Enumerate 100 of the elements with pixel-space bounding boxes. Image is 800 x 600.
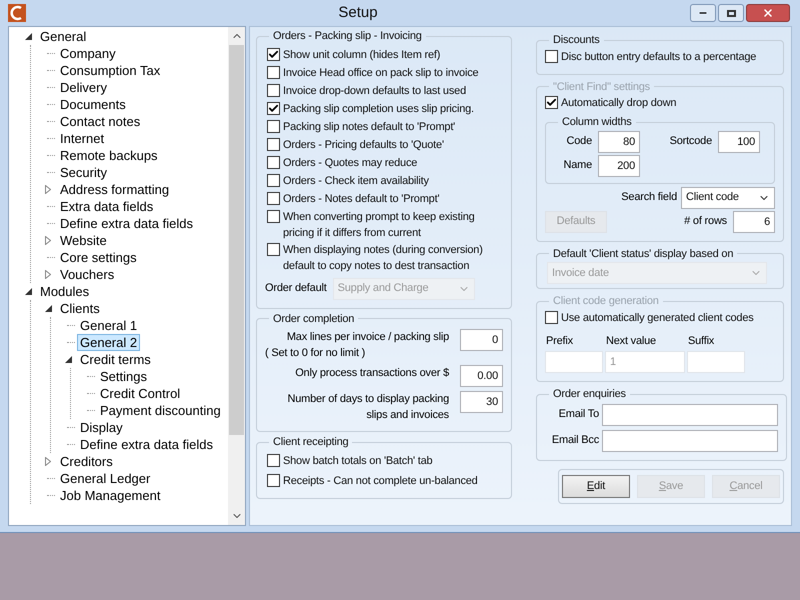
collapsed-triangle-icon[interactable] xyxy=(45,185,51,194)
expanded-triangle-icon[interactable] xyxy=(65,356,72,363)
field-label: Number of days to display packing slips and invoices xyxy=(286,392,450,423)
scrollbar[interactable] xyxy=(228,27,245,525)
app-logo-icon xyxy=(8,4,26,22)
tree-item[interactable]: Job Management xyxy=(57,487,164,504)
input-field[interactable]: 0 xyxy=(460,329,503,351)
tree-item[interactable]: Credit Control xyxy=(97,385,184,402)
checkbox-label: Invoice Head office on pack slip to invoice xyxy=(283,66,478,80)
input-field[interactable] xyxy=(602,430,778,452)
checkbox[interactable] xyxy=(267,242,280,256)
group-title: Order enquiries xyxy=(552,387,627,402)
scrollbar-thumb[interactable] xyxy=(229,45,244,435)
tree-item[interactable]: General 2 xyxy=(77,334,140,351)
checkbox[interactable] xyxy=(267,192,280,204)
checkbox-label: Use automatically generated client codes xyxy=(561,310,754,326)
input-field[interactable]: 80 xyxy=(598,130,640,152)
action-button[interactable]: Edit xyxy=(562,474,630,498)
tree-item[interactable]: Settings xyxy=(97,368,150,385)
checkbox-label: Automatically drop down xyxy=(561,96,676,111)
dropdown[interactable]: Client code xyxy=(681,186,775,208)
tree-item[interactable]: Payment discounting xyxy=(97,402,224,419)
checkbox[interactable] xyxy=(267,138,280,150)
window-title: Setup xyxy=(337,2,379,23)
checkbox-label: Orders - Pricing defaults to 'Quote' xyxy=(283,138,444,152)
expanded-triangle-icon[interactable] xyxy=(45,305,52,312)
input-field[interactable]: 0.00 xyxy=(460,365,503,387)
collapsed-triangle-icon[interactable] xyxy=(45,457,51,466)
tree-item[interactable]: Address formatting xyxy=(57,181,172,198)
checkbox[interactable] xyxy=(267,156,280,168)
field-label: Sortcode xyxy=(668,134,712,150)
checkbox-label: Show batch totals on 'Batch' tab xyxy=(283,454,432,468)
tree-item[interactable]: Modules xyxy=(37,283,92,300)
tree-item[interactable]: Documents xyxy=(57,96,129,113)
field-note: ( Set to 0 for no limit ) xyxy=(265,346,366,361)
field-label: Max lines per invoice / packing slip xyxy=(286,330,450,345)
tree-item[interactable]: General Ledger xyxy=(57,470,154,487)
tree-item[interactable]: Website xyxy=(57,232,110,249)
maximize-button[interactable] xyxy=(718,4,744,22)
field-label: Suffix xyxy=(687,334,716,348)
tree-item[interactable]: Define extra data fields xyxy=(57,215,196,232)
checkbox-label: Orders - Quotes may reduce xyxy=(283,156,418,170)
tree-item[interactable]: Remote backups xyxy=(57,147,161,164)
field-label: Order default xyxy=(265,281,327,296)
checkbox-label: Orders - Check item availability xyxy=(283,174,429,188)
group-title: Orders - Packing slip - Invoicing xyxy=(272,29,423,44)
input-field[interactable] xyxy=(602,404,778,426)
tree-item[interactable]: Creditors xyxy=(57,453,116,470)
tree-item[interactable]: Vouchers xyxy=(57,266,118,283)
tree-item[interactable]: Consumption Tax xyxy=(57,62,164,79)
tree-item[interactable]: Extra data fields xyxy=(57,198,156,215)
checkbox-label: Packing slip notes default to 'Prompt' xyxy=(283,120,456,134)
field-label: Search field xyxy=(621,190,677,206)
checkbox[interactable] xyxy=(267,120,280,132)
checkbox[interactable] xyxy=(267,474,280,486)
checkbox[interactable] xyxy=(545,310,558,324)
group-title: Client code generation xyxy=(552,294,660,309)
tree-item[interactable]: General xyxy=(37,28,90,45)
tree-item[interactable]: Credit terms xyxy=(77,351,154,368)
input-field[interactable]: 200 xyxy=(598,154,640,176)
checkbox[interactable] xyxy=(267,174,280,186)
tree-item[interactable]: Core settings xyxy=(57,249,140,266)
tree-item[interactable]: Define extra data fields xyxy=(77,436,216,453)
checkbox[interactable] xyxy=(267,210,280,222)
group-title: Order completion xyxy=(272,312,356,326)
checkbox-label: Disc button entry defaults to a percentage xyxy=(561,50,756,64)
checkbox-label: Show unit column (hides Item ref) xyxy=(283,48,440,62)
checkbox[interactable] xyxy=(545,96,558,109)
checkbox[interactable] xyxy=(267,48,280,60)
checkbox[interactable] xyxy=(267,84,280,96)
field-label: Prefix xyxy=(545,334,574,348)
checkbox-label: Packing slip completion uses slip pricing. xyxy=(283,102,474,116)
tree-item[interactable]: Delivery xyxy=(57,79,110,96)
input-field[interactable]: 6 xyxy=(733,210,775,232)
expanded-triangle-icon[interactable] xyxy=(25,288,32,295)
expanded-triangle-icon[interactable] xyxy=(25,33,32,40)
collapsed-triangle-icon[interactable] xyxy=(45,270,51,279)
checkbox-label: Invoice drop-down defaults to last used xyxy=(283,84,466,98)
checkbox-label: When converting prompt to keep existing pricing if it differs from current xyxy=(283,210,476,240)
checkbox[interactable] xyxy=(545,50,558,62)
tree-item[interactable]: Internet xyxy=(57,130,108,147)
checkbox[interactable] xyxy=(267,66,280,78)
tree-item[interactable]: General 1 xyxy=(77,317,140,334)
tree-item[interactable]: Contact notes xyxy=(57,113,144,130)
tree-item[interactable]: Clients xyxy=(57,300,103,317)
checkbox[interactable] xyxy=(267,102,280,114)
group-title: Default 'Client status' display based on xyxy=(552,246,734,262)
field-label: Only process transactions over $ xyxy=(294,366,450,381)
field-label: Code xyxy=(566,134,592,150)
checkbox[interactable] xyxy=(267,454,280,466)
group-title: Discounts xyxy=(552,33,600,48)
group-title: "Client Find" settings xyxy=(552,80,651,94)
input-field[interactable]: 30 xyxy=(460,391,503,413)
field-label: # of rows xyxy=(684,214,727,230)
input-field[interactable]: 100 xyxy=(718,130,760,152)
tree-item[interactable]: Display xyxy=(77,419,126,436)
collapsed-triangle-icon[interactable] xyxy=(45,236,51,245)
close-button[interactable] xyxy=(746,4,790,22)
tree-item[interactable]: Security xyxy=(57,164,110,181)
tree-item[interactable]: Company xyxy=(57,45,119,62)
